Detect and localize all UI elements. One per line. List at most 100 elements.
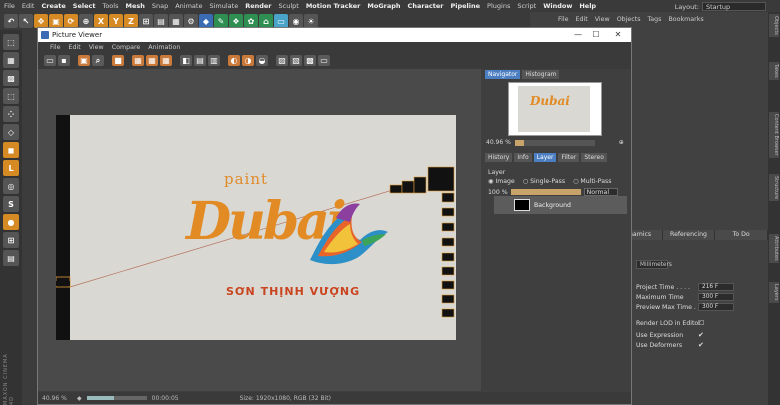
radio-multi-pass[interactable]: ○ Multi-Pass — [573, 178, 611, 185]
layer-tab-info[interactable]: Info — [514, 153, 532, 162]
deformer-icon[interactable]: ⌂ — [259, 14, 273, 28]
move-icon[interactable]: ✥ — [34, 14, 48, 28]
pv-menu-edit[interactable]: Edit — [69, 44, 81, 51]
menu-file[interactable]: File — [4, 2, 15, 10]
menu-script[interactable]: Script — [517, 2, 536, 10]
lock-workplane-icon[interactable]: ● — [3, 214, 19, 230]
side-tab-takes[interactable]: Takes — [769, 62, 779, 80]
radio-single-pass[interactable]: ○ Single-Pass — [523, 178, 565, 185]
axis-mode-icon[interactable]: L — [3, 160, 19, 176]
menu-select[interactable]: Select — [73, 2, 96, 10]
layer-tab-stereo[interactable]: Stereo — [581, 153, 607, 162]
attr-tab-to-do[interactable]: To Do — [715, 230, 769, 240]
attr-checkbox[interactable]: ✔ — [698, 341, 704, 349]
axis-x-button[interactable]: X — [94, 14, 108, 28]
export-icon[interactable]: ▭ — [318, 55, 330, 66]
layout-selector[interactable]: Layout: Startup — [675, 2, 766, 11]
workplane-icon[interactable]: ⬚ — [3, 88, 19, 104]
points-mode-icon[interactable]: ⁘ — [3, 106, 19, 122]
pv-menu-view[interactable]: View — [89, 44, 104, 51]
layer-tab-history[interactable]: History — [485, 153, 513, 162]
om-menu-file[interactable]: File — [558, 16, 569, 23]
side-tab-structure[interactable]: Structure — [769, 174, 779, 202]
menu-sculpt[interactable]: Sculpt — [279, 2, 299, 10]
make-editable-icon[interactable]: ⬚ — [3, 34, 19, 50]
stop-render-icon[interactable]: ■ — [112, 55, 124, 66]
unit-dropdown[interactable]: Millimeters — [636, 260, 672, 269]
menu-character[interactable]: Character — [408, 2, 444, 10]
menu-animate[interactable]: Animate — [175, 2, 202, 10]
set-b-icon[interactable]: ▦ — [160, 55, 172, 66]
polygons-mode-icon[interactable]: ◼ — [3, 142, 19, 158]
menu-pipeline[interactable]: Pipeline — [451, 2, 481, 10]
save-icon[interactable]: ▪ — [58, 55, 70, 66]
floor-grid-icon[interactable]: ▤ — [3, 250, 19, 266]
undo-icon[interactable]: ↶ — [4, 14, 18, 28]
pv-menu-file[interactable]: File — [50, 44, 61, 51]
subdivision-icon[interactable]: ❖ — [229, 14, 243, 28]
menu-snap[interactable]: Snap — [152, 2, 168, 10]
layer-item-background[interactable]: Background — [494, 196, 627, 214]
ab-compare-icon[interactable]: ▦ — [132, 55, 144, 66]
histogram-icon[interactable]: ▩ — [304, 55, 316, 66]
axis-y-button[interactable]: Y — [109, 14, 123, 28]
om-menu-objects[interactable]: Objects — [617, 16, 641, 23]
blend-mode-dropdown[interactable]: Normal — [583, 188, 618, 196]
pv-menu-animation[interactable]: Animation — [148, 44, 180, 51]
status-lock-icon[interactable]: ◆ — [77, 395, 82, 402]
om-menu-bookmarks[interactable]: Bookmarks — [668, 16, 703, 23]
minimize-icon[interactable]: — — [572, 30, 584, 40]
model-mode-icon[interactable]: ▦ — [3, 52, 19, 68]
om-menu-edit[interactable]: Edit — [576, 16, 588, 23]
attr-row-value[interactable]: 216 F — [698, 283, 734, 291]
cloner-icon[interactable]: ✿ — [244, 14, 258, 28]
radio-image[interactable]: ◉ Image — [488, 178, 515, 185]
live-selection-icon[interactable]: ↖ — [19, 14, 33, 28]
open-icon[interactable]: ▭ — [44, 55, 56, 66]
navigator-zoom-value[interactable]: 40.96 % — [486, 139, 511, 146]
attr-checkbox[interactable]: ☐ — [698, 319, 704, 327]
stereo-both-icon[interactable]: ◒ — [256, 55, 268, 66]
navigator-zoom-slider[interactable] — [514, 139, 595, 146]
texture-mode-icon[interactable]: ▩ — [3, 70, 19, 86]
snap-icon[interactable]: S — [3, 196, 19, 212]
edges-mode-icon[interactable]: ◇ — [3, 124, 19, 140]
status-zoom[interactable]: 40.96 % — [42, 395, 72, 402]
attr-tab-referencing[interactable]: Referencing — [662, 230, 716, 240]
opacity-slider[interactable] — [510, 189, 581, 195]
maximize-icon[interactable]: ☐ — [590, 30, 602, 40]
nav-tab-navigator[interactable]: Navigator — [485, 70, 521, 79]
menu-edit[interactable]: Edit — [22, 2, 35, 10]
render-region-icon[interactable]: ▣ — [78, 55, 90, 66]
side-tab-attributes[interactable]: Attributes — [769, 234, 779, 263]
menu-help[interactable]: Help — [579, 2, 596, 10]
tweak-mode-icon[interactable]: ◎ — [3, 178, 19, 194]
cube-icon[interactable]: ◆ — [199, 14, 213, 28]
menu-simulate[interactable]: Simulate — [209, 2, 238, 10]
lut-icon[interactable]: ▧ — [290, 55, 302, 66]
channel-icon[interactable]: ◧ — [180, 55, 192, 66]
render-settings-icon[interactable]: ⚙ — [184, 14, 198, 28]
filter-icon[interactable]: ▨ — [276, 55, 288, 66]
menu-plugins[interactable]: Plugins — [487, 2, 510, 10]
side-tab-objects[interactable]: Objects — [769, 14, 779, 37]
layout-split-icon[interactable]: ▥ — [208, 55, 220, 66]
camera-icon[interactable]: ◉ — [289, 14, 303, 28]
recent-tools-icon[interactable]: ⊕ — [79, 14, 93, 28]
menu-tools[interactable]: Tools — [102, 2, 118, 10]
layer-tab-layer[interactable]: Layer — [533, 153, 557, 162]
menu-render[interactable]: Render — [245, 2, 271, 10]
stereo-right-icon[interactable]: ◑ — [242, 55, 254, 66]
light-icon[interactable]: ☀ — [304, 14, 318, 28]
rotate-icon[interactable]: ⟳ — [64, 14, 78, 28]
nav-tab-histogram[interactable]: Histogram — [522, 70, 560, 79]
set-a-icon[interactable]: ▦ — [146, 55, 158, 66]
attr-row-value[interactable]: 300 F — [698, 303, 734, 311]
opacity-value[interactable]: 100 % — [488, 189, 508, 196]
grid-icon[interactable]: ⊞ — [3, 232, 19, 248]
axis-z-button[interactable]: Z — [124, 14, 138, 28]
menu-mograph[interactable]: MoGraph — [367, 2, 400, 10]
layer-tab-filter[interactable]: Filter — [558, 153, 580, 162]
render-view-icon[interactable]: ▤ — [154, 14, 168, 28]
stereo-left-icon[interactable]: ◐ — [228, 55, 240, 66]
